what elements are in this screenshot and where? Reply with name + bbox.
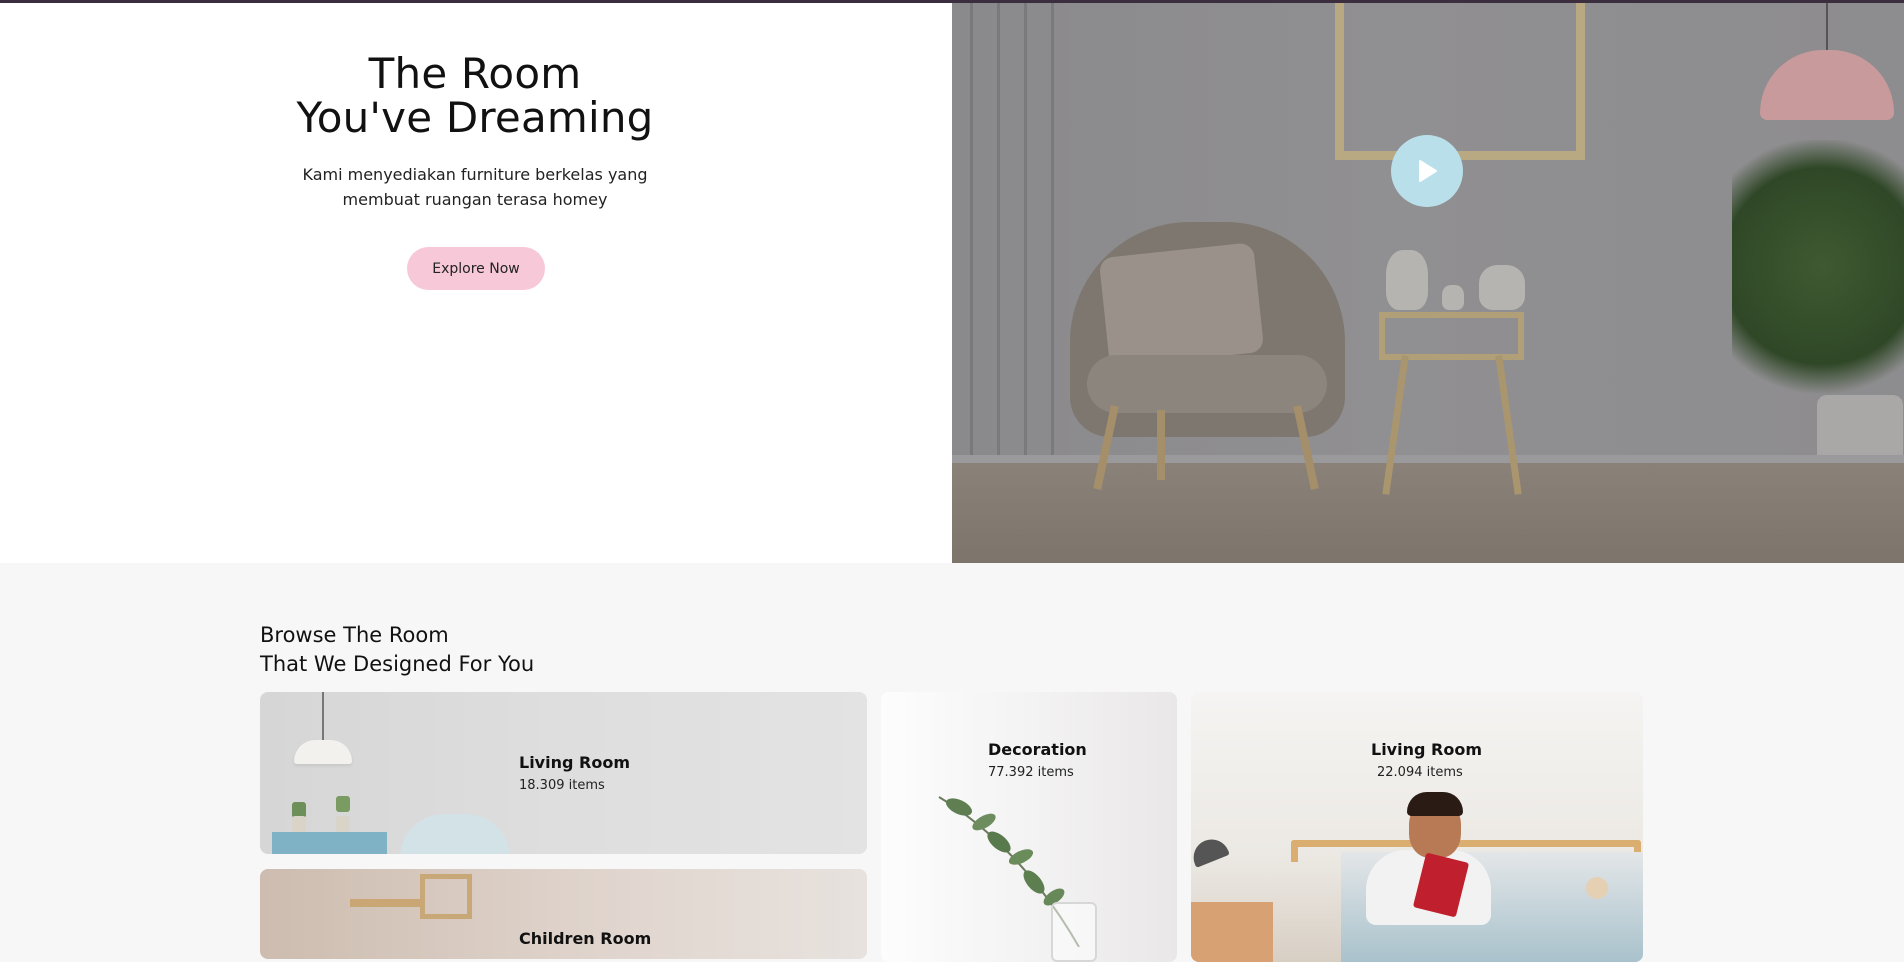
potted-plant — [1732, 140, 1904, 420]
desk-lamp — [1191, 834, 1230, 868]
card-title: Decoration — [988, 740, 1087, 759]
hero-text-panel: The Room You've Dreaming Kami menyediaka… — [0, 0, 952, 563]
hero-title-line2: You've Dreaming — [296, 93, 654, 142]
room-card-children-room[interactable]: Children Room — [260, 869, 867, 959]
play-icon — [1419, 160, 1437, 182]
hero-subtitle: Kami menyediakan furniture berkelas yang… — [302, 165, 648, 209]
browse-section-title: Browse The Room That We Designed For You — [260, 621, 534, 679]
play-video-button[interactable] — [1391, 135, 1463, 207]
room-card-decoration[interactable]: Decoration 77.392 items — [881, 692, 1177, 962]
card-item-count: 77.392 items — [988, 765, 1074, 780]
explore-now-button[interactable]: Explore Now — [407, 247, 545, 290]
top-strip — [0, 0, 1904, 3]
browse-title-line1: Browse The Room — [260, 623, 449, 647]
chair — [400, 814, 510, 854]
card-item-count: 22.094 items — [1377, 765, 1463, 780]
house-shelf — [420, 874, 472, 919]
card-item-count: 18.309 items — [519, 778, 605, 793]
card-title: Living Room — [519, 753, 630, 772]
room-card-living-room-2[interactable]: Living Room 22.094 items — [1191, 692, 1643, 962]
room-card-living-room[interactable]: Living Room 18.309 items — [260, 692, 867, 854]
hero-image — [952, 0, 1904, 563]
glass-jar — [1051, 902, 1097, 962]
browse-title-line2: That We Designed For You — [260, 652, 535, 676]
side-table — [1379, 312, 1524, 360]
hero-title-line1: The Room — [368, 49, 582, 98]
clock — [1586, 877, 1608, 899]
cabinet — [272, 832, 387, 854]
card-title: Children Room — [519, 929, 652, 948]
hero-title: The Room You've Dreaming — [250, 52, 700, 140]
wall-frame — [1335, 0, 1585, 160]
card-title: Living Room — [1371, 740, 1482, 759]
pendant-lamp-icon — [294, 740, 352, 764]
hero-section: The Room You've Dreaming Kami menyediaka… — [0, 0, 1904, 563]
